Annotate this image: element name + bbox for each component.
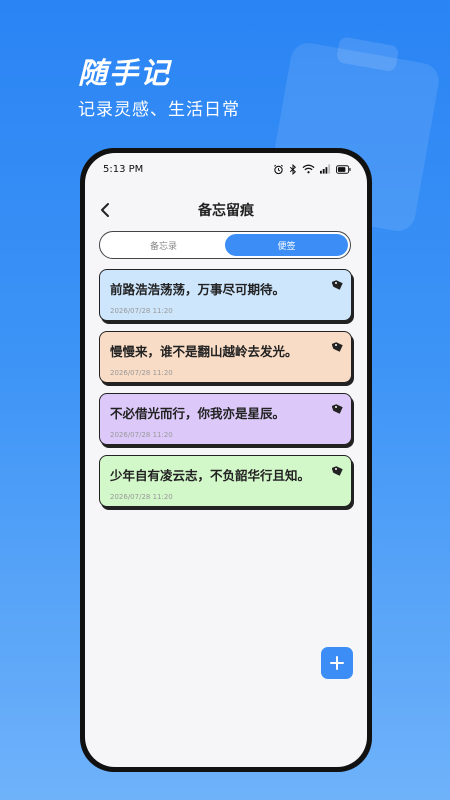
page-title: 备忘留痕 [198,203,254,219]
note-date: 2026/07/28 11:20 [110,369,173,377]
alarm-icon [274,164,283,174]
phone-frame: 5:13 PM 备忘留痕 备忘录 便签 前路浩浩荡荡，万事尽可期待。 2026/… [80,148,372,772]
tab-sticky-notes[interactable]: 便签 [225,234,348,256]
add-note-button[interactable] [321,647,353,679]
hero-subtitle: 记录灵感、生活日常 [78,100,240,120]
tab-memo[interactable]: 备忘录 [102,234,225,256]
chevron-left-icon[interactable] [97,201,115,219]
nav-bar: 备忘留痕 [85,195,367,225]
tab-switcher: 备忘录 便签 [99,231,351,259]
bluetooth-icon [289,163,297,175]
notes-list: 前路浩浩荡荡，万事尽可期待。 2026/07/28 11:20 慢慢来，谁不是翻… [99,269,352,517]
battery-icon [336,164,351,174]
note-text: 慢慢来，谁不是翻山越岭去发光。 [110,344,298,359]
hero-title: 随手记 [78,56,172,90]
note-text: 前路浩浩荡荡，万事尽可期待。 [110,282,286,297]
tag-icon[interactable] [332,403,344,415]
tag-icon[interactable] [332,279,344,291]
tag-icon[interactable] [332,465,344,477]
tag-icon[interactable] [332,341,344,353]
status-time: 5:13 PM [103,163,144,175]
note-card[interactable]: 前路浩浩荡荡，万事尽可期待。 2026/07/28 11:20 [99,269,352,321]
note-card[interactable]: 少年自有凌云志，不负韶华行且知。 2026/07/28 11:20 [99,455,352,507]
phone-screen: 5:13 PM 备忘留痕 备忘录 便签 前路浩浩荡荡，万事尽可期待。 2026/… [85,153,367,767]
signal-icon [320,164,331,174]
note-text: 不必借光而行，你我亦是星辰。 [110,406,286,421]
wifi-icon [302,164,315,174]
note-card[interactable]: 慢慢来，谁不是翻山越岭去发光。 2026/07/28 11:20 [99,331,352,383]
note-date: 2026/07/28 11:20 [110,493,173,501]
status-icons [273,163,351,175]
plus-icon [330,656,344,670]
note-date: 2026/07/28 11:20 [110,307,173,315]
status-bar: 5:13 PM [85,153,367,185]
note-card[interactable]: 不必借光而行，你我亦是星辰。 2026/07/28 11:20 [99,393,352,445]
note-date: 2026/07/28 11:20 [110,431,173,439]
note-text: 少年自有凌云志，不负韶华行且知。 [110,468,311,483]
